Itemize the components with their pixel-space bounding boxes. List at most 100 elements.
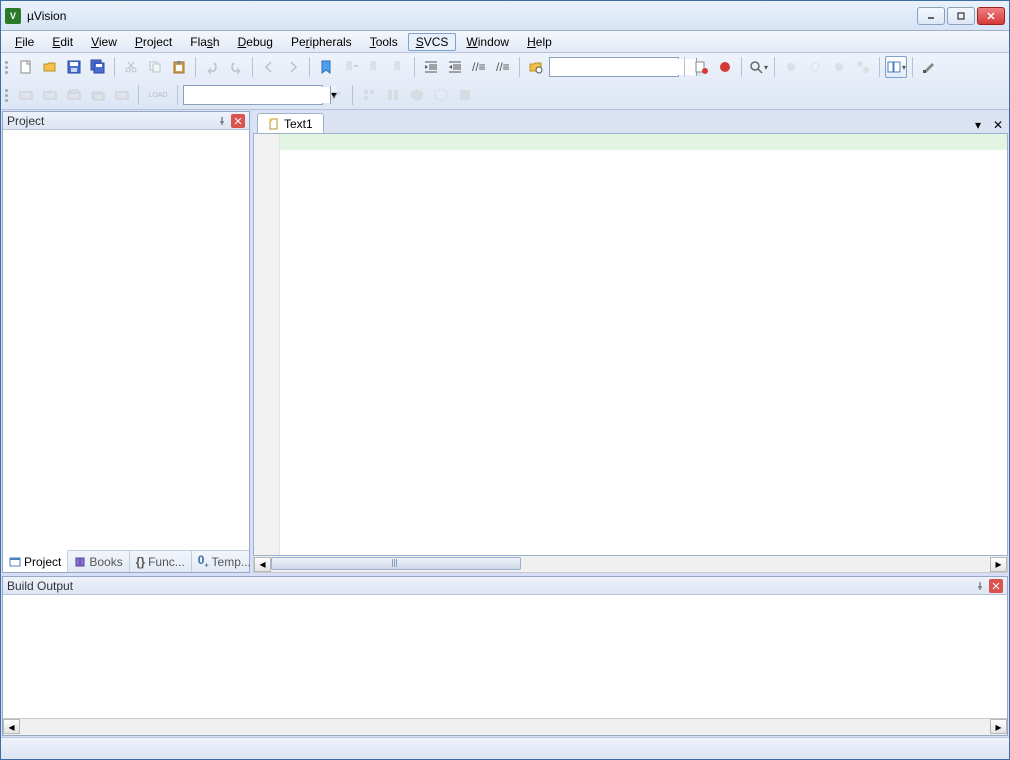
- nav-back-button[interactable]: [258, 56, 280, 78]
- toolbar-row-1: //≡ //≡ ▾ ▾ ▾: [1, 53, 1009, 81]
- build-output-title: Build Output: [7, 579, 73, 593]
- breakpoint-enable-button[interactable]: [780, 56, 802, 78]
- scroll-right-button[interactable]: ▸: [990, 719, 1007, 734]
- tab-books[interactable]: Books: [68, 551, 129, 572]
- open-file-button[interactable]: [39, 56, 61, 78]
- tab-project[interactable]: Project: [3, 550, 68, 572]
- nav-forward-button[interactable]: [282, 56, 304, 78]
- build-output-panel: Build Output ◂ ▸: [2, 576, 1008, 736]
- text-editor[interactable]: [280, 134, 1007, 555]
- paste-button[interactable]: [168, 56, 190, 78]
- menu-flash[interactable]: Flash: [182, 33, 227, 51]
- menu-project[interactable]: Project: [127, 33, 180, 51]
- panel-close-button[interactable]: [989, 579, 1003, 593]
- menu-file[interactable]: File: [7, 33, 42, 51]
- window-title: µVision: [27, 9, 66, 23]
- editor-hscrollbar[interactable]: ◂ ▸: [253, 556, 1008, 573]
- target-options-button[interactable]: [325, 84, 347, 106]
- comment-button[interactable]: //≡: [468, 56, 490, 78]
- current-line-highlight: [280, 134, 1007, 150]
- bookmark-toggle-button[interactable]: [315, 56, 337, 78]
- project-panel-title: Project: [7, 114, 44, 128]
- menu-window[interactable]: Window: [458, 33, 517, 51]
- close-button[interactable]: [977, 7, 1005, 25]
- new-file-button[interactable]: [15, 56, 37, 78]
- project-panel: Project Project Books {}Func... 0+Temp..…: [2, 111, 250, 573]
- debug-start-button[interactable]: [690, 56, 712, 78]
- tab-menu-button[interactable]: ▾: [970, 117, 986, 133]
- tab-close-button[interactable]: ✕: [990, 117, 1006, 133]
- scroll-left-button[interactable]: ◂: [3, 719, 20, 734]
- batch-build-button[interactable]: [87, 84, 109, 106]
- window-layout-button[interactable]: ▾: [885, 56, 907, 78]
- target-input[interactable]: [184, 87, 330, 103]
- undo-button[interactable]: [201, 56, 223, 78]
- download-button[interactable]: LOAD: [144, 84, 172, 106]
- svg-text://≡: //≡: [496, 60, 510, 74]
- copy-button[interactable]: [144, 56, 166, 78]
- insert-breakpoint-button[interactable]: [714, 56, 736, 78]
- scroll-track[interactable]: [271, 557, 990, 572]
- configure-button[interactable]: [918, 56, 940, 78]
- pack-installer-button[interactable]: [406, 84, 428, 106]
- main-area: Project Project Books {}Func... 0+Temp..…: [1, 110, 1009, 574]
- minimize-button[interactable]: [917, 7, 945, 25]
- target-combo[interactable]: ▾: [183, 85, 323, 105]
- manage-rte-button[interactable]: [430, 84, 452, 106]
- scroll-left-button[interactable]: ◂: [254, 557, 271, 572]
- find-combo[interactable]: ▾: [549, 57, 679, 77]
- menu-svcs[interactable]: SVCS: [408, 33, 457, 51]
- bookmark-clear-button[interactable]: [387, 56, 409, 78]
- editor-area: Text1 ▾ ✕ ◂ ▸: [253, 111, 1008, 573]
- zoom-button[interactable]: ▾: [747, 56, 769, 78]
- books-window-button[interactable]: [454, 84, 476, 106]
- panel-close-button[interactable]: [231, 114, 245, 128]
- translate-button[interactable]: [15, 84, 37, 106]
- menu-tools[interactable]: Tools: [362, 33, 406, 51]
- find-in-files-button[interactable]: [525, 56, 547, 78]
- editor-tab-text1[interactable]: Text1: [257, 113, 324, 133]
- editor-tabs: Text1 ▾ ✕: [253, 111, 1008, 133]
- editor-tab-label: Text1: [284, 117, 313, 131]
- stop-build-button[interactable]: [111, 84, 133, 106]
- build-output-hscrollbar[interactable]: ◂ ▸: [3, 718, 1007, 735]
- menu-debug[interactable]: Debug: [230, 33, 281, 51]
- menu-help[interactable]: Help: [519, 33, 560, 51]
- menubar: File Edit View Project Flash Debug Perip…: [1, 31, 1009, 53]
- bookmark-next-button[interactable]: [363, 56, 385, 78]
- titlebar: V µVision: [1, 1, 1009, 31]
- menu-edit[interactable]: Edit: [44, 33, 81, 51]
- breakpoint-window-button[interactable]: [852, 56, 874, 78]
- build-output-text[interactable]: [3, 595, 1007, 718]
- cut-button[interactable]: [120, 56, 142, 78]
- tab-templates[interactable]: 0+Temp...: [192, 551, 258, 572]
- save-button[interactable]: [63, 56, 85, 78]
- find-input[interactable]: [550, 59, 696, 75]
- maximize-button[interactable]: [947, 7, 975, 25]
- scroll-thumb[interactable]: [271, 557, 521, 570]
- pin-icon[interactable]: [973, 579, 987, 593]
- indent-button[interactable]: [420, 56, 442, 78]
- breakpoint-disable-button[interactable]: [804, 56, 826, 78]
- redo-button[interactable]: [225, 56, 247, 78]
- rebuild-button[interactable]: [63, 84, 85, 106]
- build-button[interactable]: [39, 84, 61, 106]
- menu-view[interactable]: View: [83, 33, 125, 51]
- window-buttons: [917, 7, 1005, 25]
- tab-functions[interactable]: {}Func...: [130, 551, 192, 572]
- unindent-button[interactable]: [444, 56, 466, 78]
- select-packs-button[interactable]: [382, 84, 404, 106]
- uncomment-button[interactable]: //≡: [492, 56, 514, 78]
- toolbar-grip-icon[interactable]: [5, 57, 11, 77]
- menu-peripherals[interactable]: Peripherals: [283, 33, 360, 51]
- project-tree[interactable]: [3, 130, 249, 550]
- save-all-button[interactable]: [87, 56, 109, 78]
- manage-components-button[interactable]: [358, 84, 380, 106]
- toolbar-grip-icon[interactable]: [5, 85, 11, 105]
- scroll-right-button[interactable]: ▸: [990, 557, 1007, 572]
- breakpoint-kill-button[interactable]: [828, 56, 850, 78]
- pin-icon[interactable]: [215, 114, 229, 128]
- statusbar: [1, 737, 1009, 759]
- bookmark-prev-button[interactable]: [339, 56, 361, 78]
- editor-body[interactable]: [253, 133, 1008, 556]
